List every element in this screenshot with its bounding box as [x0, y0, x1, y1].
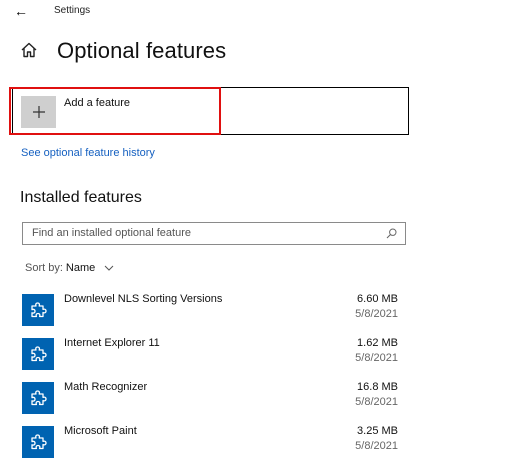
feature-item[interactable]: Downlevel NLS Sorting Versions 6.60 MB 5…	[22, 291, 407, 329]
feature-name: Math Recognizer	[64, 381, 148, 393]
page-title: Optional features	[57, 38, 227, 63]
sort-value: Name	[65, 262, 96, 274]
feature-date: 5/8/2021	[355, 308, 398, 320]
feature-name: Downlevel NLS Sorting Versions	[64, 293, 223, 305]
installed-features-heading: Installed features	[20, 189, 142, 206]
home-icon[interactable]	[19, 40, 39, 60]
add-feature-button[interactable]	[9, 87, 221, 135]
feature-size: 16.8 MB	[357, 381, 398, 393]
title-bar: ← Settings	[0, 0, 521, 24]
feature-size: 3.25 MB	[357, 425, 398, 437]
feature-name: Microsoft Paint	[64, 425, 137, 437]
sort-dropdown[interactable]: Sort by: Name	[25, 262, 114, 274]
puzzle-icon	[31, 390, 47, 406]
back-arrow-icon: ←	[14, 3, 28, 19]
feature-item[interactable]: Internet Explorer 11 1.62 MB 5/8/2021	[22, 335, 407, 373]
feature-tile	[22, 294, 54, 326]
feature-tile	[22, 426, 54, 458]
chevron-down-icon	[104, 265, 114, 271]
app-title: Settings	[54, 5, 91, 16]
search-icon	[386, 228, 397, 239]
search-input[interactable]: Find an installed optional feature	[22, 222, 406, 245]
feature-item[interactable]: Math Recognizer 16.8 MB 5/8/2021	[22, 379, 407, 417]
search-placeholder: Find an installed optional feature	[32, 227, 191, 239]
feature-size: 1.62 MB	[357, 337, 398, 349]
puzzle-icon	[31, 346, 47, 362]
feature-item[interactable]: Microsoft Paint 3.25 MB 5/8/2021	[22, 423, 407, 461]
puzzle-icon	[31, 434, 47, 450]
feature-history-link[interactable]: See optional feature history	[21, 147, 155, 159]
feature-date: 5/8/2021	[355, 396, 398, 408]
feature-tile	[22, 382, 54, 414]
sort-label: Sort by:	[25, 262, 63, 274]
feature-tile	[22, 338, 54, 370]
feature-size: 6.60 MB	[357, 293, 398, 305]
back-button[interactable]: ←	[10, 2, 32, 20]
feature-date: 5/8/2021	[355, 440, 398, 452]
feature-date: 5/8/2021	[355, 352, 398, 364]
puzzle-icon	[31, 302, 47, 318]
feature-name: Internet Explorer 11	[64, 337, 160, 349]
